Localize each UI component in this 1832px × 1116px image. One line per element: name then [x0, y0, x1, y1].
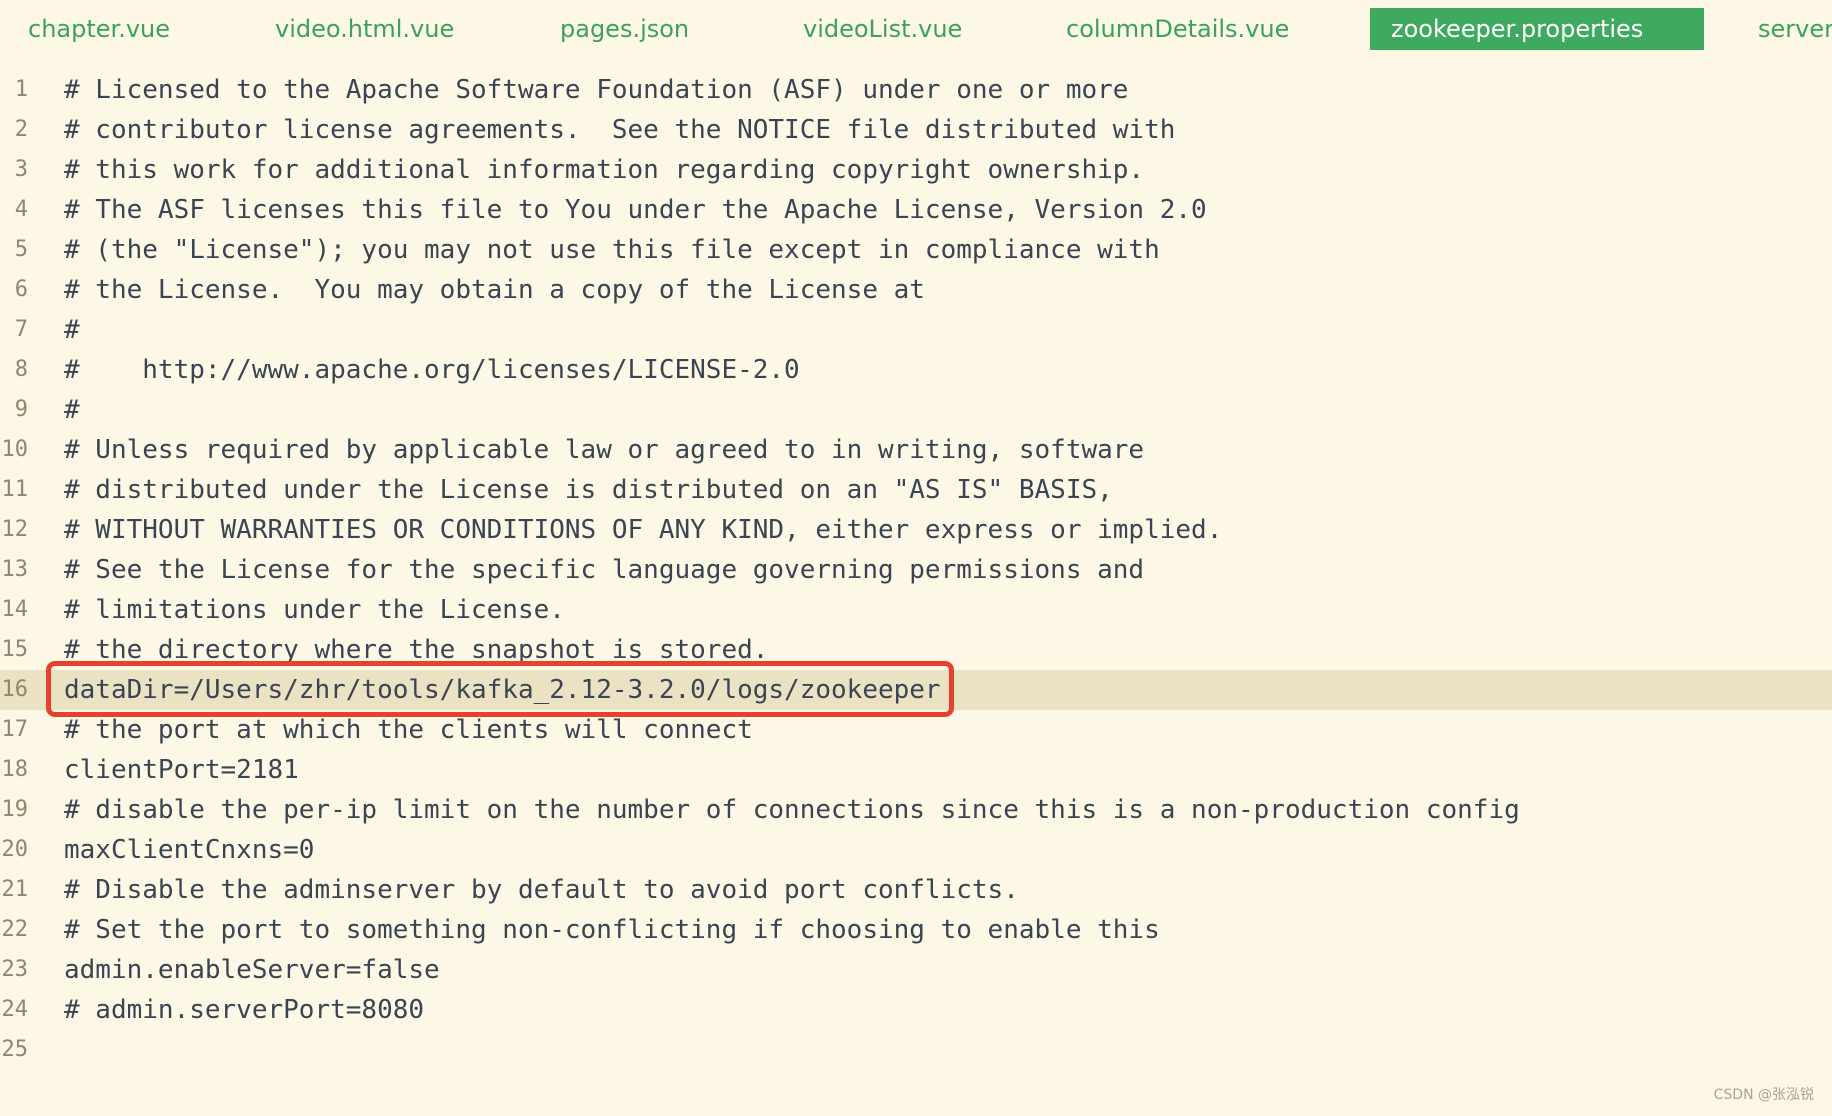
- code-text[interactable]: # The ASF licenses this file to You unde…: [64, 190, 1207, 230]
- tab-video-html-vue[interactable]: video.html.vue: [275, 8, 454, 50]
- code-text[interactable]: # distributed under the License is distr…: [64, 470, 1113, 510]
- code-line[interactable]: 10 # Unless required by applicable law or…: [0, 430, 1832, 470]
- tab-server[interactable]: server: [1758, 8, 1832, 50]
- code-editor[interactable]: 1 # Licensed to the Apache Software Found…: [0, 70, 1832, 1070]
- tab-zookeeper-properties[interactable]: zookeeper.properties: [1370, 8, 1704, 50]
- code-line[interactable]: 17 # the port at which the clients will c…: [0, 710, 1832, 750]
- line-number: 16: [1, 677, 29, 702]
- code-line[interactable]: 16 dataDir=/Users/zhr/tools/kafka_2.12-3.…: [0, 670, 1832, 710]
- code-line[interactable]: 21 # Disable the adminserver by default t…: [0, 870, 1832, 910]
- code-line[interactable]: 8 # http://www.apache.org/licenses/LICENS…: [0, 350, 1832, 390]
- line-number: 13: [1, 557, 29, 582]
- line-number: 21: [1, 877, 29, 902]
- line-number: 4: [14, 197, 28, 222]
- line-number: 5: [14, 237, 28, 262]
- code-text[interactable]: # admin.serverPort=8080: [64, 990, 424, 1030]
- line-number: 3: [14, 157, 28, 182]
- line-number: 15: [1, 637, 29, 662]
- code-line[interactable]: 24 # admin.serverPort=8080: [0, 990, 1832, 1030]
- line-number: 19: [1, 797, 29, 822]
- code-text[interactable]: dataDir=/Users/zhr/tools/kafka_2.12-3.2.…: [64, 670, 941, 710]
- code-text[interactable]: # Set the port to something non-conflict…: [64, 910, 1160, 950]
- code-text[interactable]: # WITHOUT WARRANTIES OR CONDITIONS OF AN…: [64, 510, 1222, 550]
- code-text[interactable]: # the License. You may obtain a copy of …: [64, 270, 925, 310]
- code-line[interactable]: 1 # Licensed to the Apache Software Found…: [0, 70, 1832, 110]
- line-number: 14: [1, 597, 29, 622]
- tab-chapter-vue[interactable]: chapter.vue: [28, 8, 170, 50]
- code-text[interactable]: # See the License for the specific langu…: [64, 550, 1144, 590]
- code-line[interactable]: 20 maxClientCnxns=0: [0, 830, 1832, 870]
- line-number: 23: [1, 957, 29, 982]
- code-text[interactable]: # the port at which the clients will con…: [64, 710, 753, 750]
- code-line[interactable]: 12 # WITHOUT WARRANTIES OR CONDITIONS OF …: [0, 510, 1832, 550]
- line-number: 18: [1, 757, 29, 782]
- code-text[interactable]: #: [64, 310, 80, 350]
- code-text[interactable]: # the directory where the snapshot is st…: [64, 630, 768, 670]
- watermark: CSDN @张泓锐: [1713, 1087, 1814, 1103]
- line-number: 22: [1, 917, 29, 942]
- tab-videolist-vue[interactable]: videoList.vue: [803, 8, 962, 50]
- line-number: 12: [1, 517, 29, 542]
- code-text[interactable]: # this work for additional information r…: [64, 150, 1144, 190]
- code-line[interactable]: 4 # The ASF licenses this file to You und…: [0, 190, 1832, 230]
- code-line[interactable]: 15 # the directory where the snapshot is …: [0, 630, 1832, 670]
- line-number: 24: [1, 997, 29, 1022]
- code-line[interactable]: 7 #: [0, 310, 1832, 350]
- line-number: 2: [14, 117, 28, 142]
- code-text[interactable]: # contributor license agreements. See th…: [64, 110, 1175, 150]
- line-number: 20: [1, 837, 29, 862]
- code-line[interactable]: 23 admin.enableServer=false: [0, 950, 1832, 990]
- code-text[interactable]: # Licensed to the Apache Software Founda…: [64, 70, 1128, 110]
- code-text[interactable]: #: [64, 390, 80, 430]
- line-number: 9: [14, 397, 28, 422]
- code-line[interactable]: 25: [0, 1030, 1832, 1070]
- line-number: 11: [1, 477, 29, 502]
- line-number: 1: [14, 77, 28, 102]
- code-line[interactable]: 19 # disable the per-ip limit on the numb…: [0, 790, 1832, 830]
- code-line[interactable]: 9 #: [0, 390, 1832, 430]
- code-line[interactable]: 6 # the License. You may obtain a copy of…: [0, 270, 1832, 310]
- line-number: 7: [14, 317, 28, 342]
- code-text[interactable]: # http://www.apache.org/licenses/LICENSE…: [64, 350, 800, 390]
- code-line[interactable]: 13 # See the License for the specific lan…: [0, 550, 1832, 590]
- line-number: 17: [1, 717, 29, 742]
- code-text[interactable]: # limitations under the License.: [64, 590, 565, 630]
- line-number: 8: [14, 357, 28, 382]
- code-line[interactable]: 11 # distributed under the License is dis…: [0, 470, 1832, 510]
- code-line[interactable]: 3 # this work for additional information …: [0, 150, 1832, 190]
- code-line[interactable]: 14 # limitations under the License.: [0, 590, 1832, 630]
- code-text[interactable]: # (the "License"); you may not use this …: [64, 230, 1160, 270]
- code-text[interactable]: clientPort=2181: [64, 750, 299, 790]
- editor-tab-bar: chapter.vue video.html.vue pages.json vi…: [0, 0, 1832, 58]
- code-text[interactable]: # Unless required by applicable law or a…: [64, 430, 1144, 470]
- tab-pages-json[interactable]: pages.json: [560, 8, 689, 50]
- code-text[interactable]: maxClientCnxns=0: [64, 830, 314, 870]
- code-text[interactable]: # disable the per-ip limit on the number…: [64, 790, 1520, 830]
- code-line[interactable]: 18 clientPort=2181: [0, 750, 1832, 790]
- code-text[interactable]: admin.enableServer=false: [64, 950, 440, 990]
- code-line[interactable]: 5 # (the "License"); you may not use this…: [0, 230, 1832, 270]
- line-number: 25: [1, 1037, 29, 1062]
- line-number: 6: [14, 277, 28, 302]
- code-text[interactable]: # Disable the adminserver by default to …: [64, 870, 1019, 910]
- code-line[interactable]: 2 # contributor license agreements. See t…: [0, 110, 1832, 150]
- tab-columndetails-vue[interactable]: columnDetails.vue: [1066, 8, 1289, 50]
- code-line[interactable]: 22 # Set the port to something non-confli…: [0, 910, 1832, 950]
- line-number: 10: [1, 437, 29, 462]
